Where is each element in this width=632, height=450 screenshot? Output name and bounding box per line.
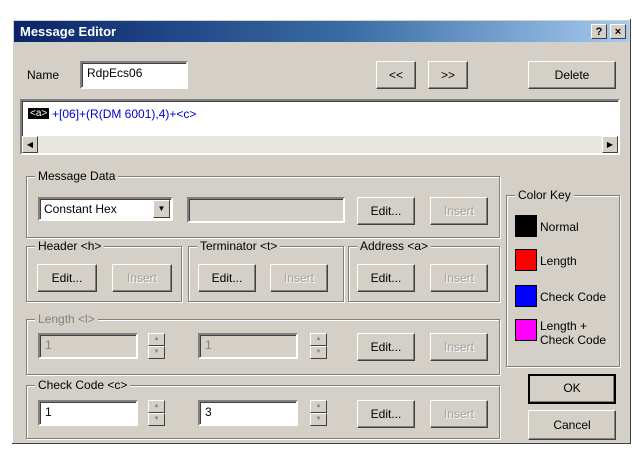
terminator-insert-button[interactable]: Insert xyxy=(270,264,328,292)
address-title: Address <a> xyxy=(357,239,432,253)
length-color-swatch xyxy=(515,249,537,271)
scroll-right-icon[interactable]: ▶ xyxy=(602,136,618,153)
cancel-button[interactable]: Cancel xyxy=(528,410,616,440)
length-title: Length <l> xyxy=(35,312,98,326)
message-data-title: Message Data xyxy=(35,169,119,183)
normal-color-label: Normal xyxy=(540,220,579,234)
terminator-title: Terminator <t> xyxy=(197,239,281,253)
length-color-label: Length xyxy=(540,254,577,268)
ok-button[interactable]: OK xyxy=(528,374,616,404)
length-start-field: 1 xyxy=(38,333,138,359)
length-start-spinner: ▲ ▼ xyxy=(148,333,165,359)
window-title: Message Editor xyxy=(20,24,117,39)
check-code-end-spinner[interactable]: ▲ ▼ xyxy=(310,400,327,426)
delete-button[interactable]: Delete xyxy=(528,61,616,89)
length-check-code-color-label: Length + xyxy=(540,319,588,333)
length-insert-button[interactable]: Insert xyxy=(430,333,488,361)
message-display[interactable]: <a> +[06]+(R(DM 6001),4)+<c> ◀ ▶ xyxy=(20,99,620,155)
message-data-insert-button[interactable]: Insert xyxy=(430,197,488,225)
length-end-spinner: ▲ ▼ xyxy=(310,333,327,359)
check-code-color-swatch xyxy=(515,285,537,307)
check-code-edit-button[interactable]: Edit... xyxy=(357,400,415,428)
close-button[interactable]: × xyxy=(610,24,626,39)
horizontal-scrollbar[interactable]: ◀ ▶ xyxy=(22,136,618,153)
header-insert-button[interactable]: Insert xyxy=(112,264,172,292)
help-button[interactable]: ? xyxy=(591,24,607,39)
message-editor-dialog: Message Editor ? × Name RdpEcs06 << >> D… xyxy=(11,18,632,445)
chevron-down-icon[interactable]: ▼ xyxy=(153,200,170,218)
title-bar: Message Editor ? × xyxy=(14,21,629,42)
check-code-start-field[interactable]: 1 xyxy=(38,400,138,426)
header-edit-button[interactable]: Edit... xyxy=(37,264,97,292)
check-code-color-label: Check Code xyxy=(540,290,607,304)
message-data-edit-button[interactable]: Edit... xyxy=(357,197,415,225)
check-code-end-field[interactable]: 3 xyxy=(198,400,298,426)
check-code-start-spinner[interactable]: ▲ ▼ xyxy=(148,400,165,426)
length-edit-button[interactable]: Edit... xyxy=(357,333,415,361)
check-code-title: Check Code <c> xyxy=(35,378,131,392)
terminator-edit-button[interactable]: Edit... xyxy=(198,264,256,292)
message-data-value-field xyxy=(187,197,345,223)
name-input[interactable]: RdpEcs06 xyxy=(80,61,188,89)
length-end-field: 1 xyxy=(198,333,298,359)
message-data-type-select[interactable]: Constant Hex ▼ xyxy=(38,197,173,221)
next-button[interactable]: >> xyxy=(428,61,468,89)
length-check-code-color-label-2: Check Code xyxy=(540,333,607,347)
message-text: +[06]+(R(DM 6001),4)+<c> xyxy=(52,107,197,121)
address-insert-button[interactable]: Insert xyxy=(430,264,488,292)
check-code-insert-button[interactable]: Insert xyxy=(430,400,488,428)
header-title: Header <h> xyxy=(35,239,105,253)
name-label: Name xyxy=(27,68,60,82)
length-check-code-color-swatch xyxy=(515,319,537,341)
address-edit-button[interactable]: Edit... xyxy=(357,264,415,292)
previous-button[interactable]: << xyxy=(376,61,416,89)
scroll-left-icon[interactable]: ◀ xyxy=(22,136,38,153)
address-token: <a> xyxy=(28,108,50,119)
color-key-title: Color Key xyxy=(515,188,574,202)
normal-color-swatch xyxy=(515,215,537,237)
message-data-type-value: Constant Hex xyxy=(44,202,117,216)
